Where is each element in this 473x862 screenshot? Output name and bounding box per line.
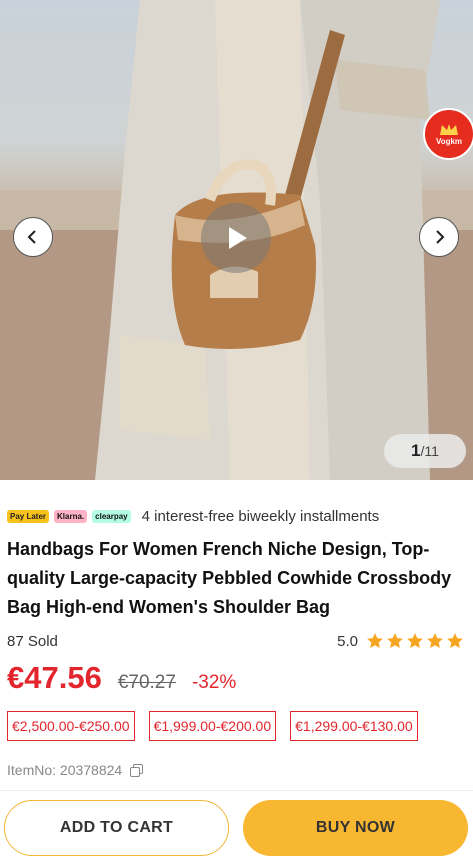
item-number-text: ItemNo: 20378824 — [7, 762, 123, 778]
play-icon — [229, 227, 247, 249]
coupon[interactable]: €2,500.00-€250.00 — [7, 711, 135, 741]
product-image-gallery[interactable]: Vogkm 1/11 — [0, 0, 473, 480]
coupon[interactable]: €1,999.00-€200.00 — [148, 711, 277, 741]
star-icon — [447, 633, 463, 648]
product-title: Handbags For Women French Niche Design, … — [7, 539, 452, 617]
sold-count: 87 Sold — [7, 633, 58, 650]
image-counter-current: 1 — [411, 441, 421, 460]
play-video-button[interactable] — [201, 203, 271, 273]
installment-info[interactable]: Pay Later Klarna. clearpay 4 interest-fr… — [7, 505, 379, 527]
star-icon — [387, 633, 403, 648]
clearpay-logo: clearpay — [92, 509, 131, 523]
chevron-right-icon — [436, 230, 445, 244]
installment-text: 4 interest-free biweekly installments — [141, 507, 380, 525]
star-icon — [367, 633, 383, 648]
crown-icon — [440, 123, 458, 135]
item-number: ItemNo: 20378824 — [7, 762, 144, 778]
divider — [0, 790, 473, 791]
coupon[interactable]: €1,299.00-€130.00 — [290, 711, 418, 741]
buy-now-button[interactable]: BUY NOW — [243, 800, 468, 856]
add-to-cart-button[interactable]: ADD TO CART — [4, 800, 229, 856]
original-price: €70.27 — [117, 672, 176, 693]
klarna-logo: Klarna. — [54, 509, 88, 523]
rating-value: 5.0 — [337, 632, 358, 650]
brand-badge-label: Vogkm — [435, 136, 463, 146]
brand-badge: Vogkm — [423, 108, 473, 160]
paylater-logo: Pay Later — [7, 509, 50, 523]
product-rating[interactable]: 5.0 — [337, 632, 464, 650]
sale-price: €47.56 — [7, 660, 102, 695]
image-counter: 1/11 — [384, 434, 466, 468]
star-icon — [427, 633, 443, 648]
price-row: €47.56 €70.27 -32% — [7, 660, 236, 696]
copy-icon[interactable] — [130, 763, 144, 777]
coupon-list: €2,500.00-€250.00 €1,999.00-€200.00 €1,2… — [7, 711, 432, 741]
image-counter-total: /11 — [420, 443, 439, 459]
star-icon — [407, 633, 423, 648]
next-image-button[interactable] — [419, 217, 459, 257]
chevron-left-icon — [27, 230, 36, 244]
previous-image-button[interactable] — [13, 217, 53, 257]
rating-stars — [364, 632, 464, 650]
discount-percent: -32% — [191, 672, 237, 693]
